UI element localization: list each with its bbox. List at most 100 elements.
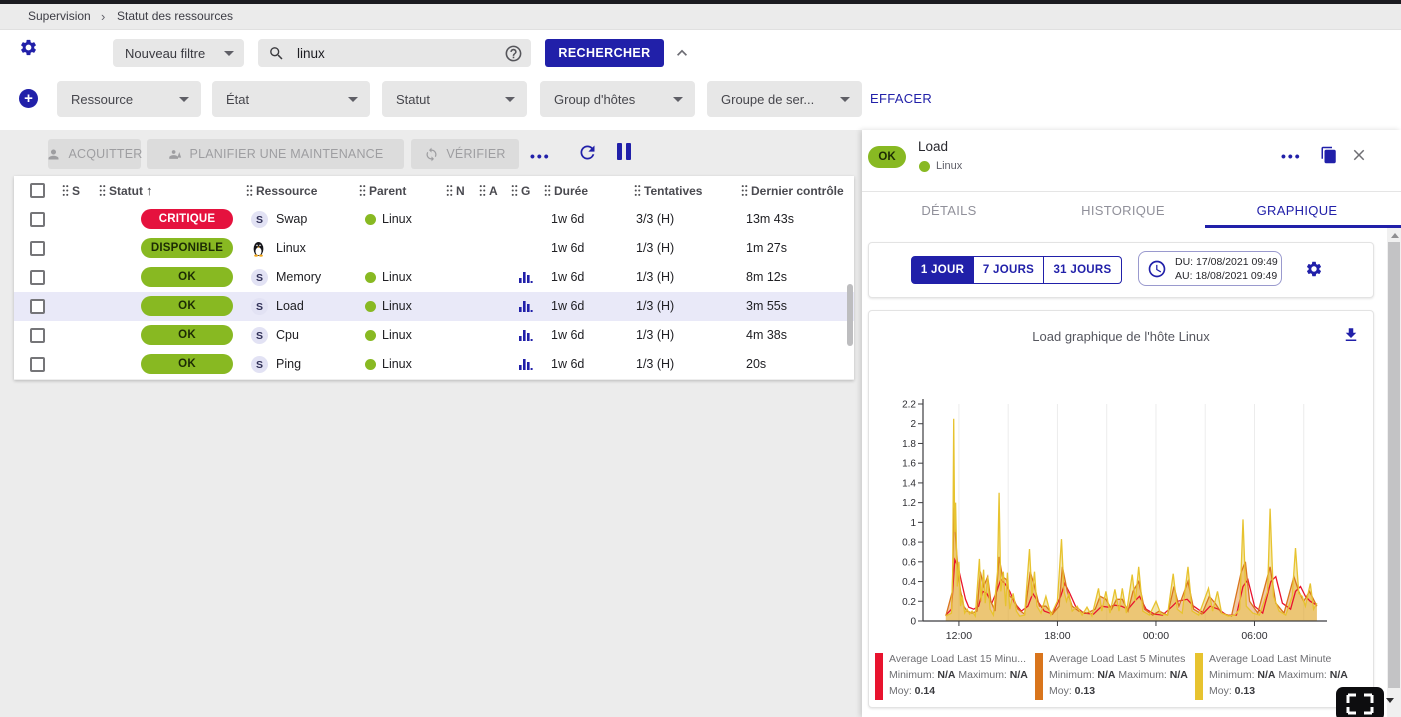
table-row[interactable]: OKSMemoryLinux 1w 6d1/3 (H)8m 12s (14, 263, 854, 293)
column-header-a[interactable]: A (479, 176, 498, 205)
legend-item[interactable]: Average Load Last 15 Minu...Minimum: N/A… (875, 651, 1033, 703)
export-graph-download-icon[interactable] (1342, 326, 1360, 344)
resource-name[interactable]: Load (276, 292, 304, 321)
legend-avg: Moy: 0.13 (1209, 683, 1353, 699)
search-help-icon[interactable] (504, 44, 523, 63)
table-row[interactable]: DISPONIBLE Linux1w 6d1/3 (H)1m 27s (14, 234, 854, 264)
legend-item[interactable]: Average Load Last MinuteMinimum: N/A Max… (1195, 651, 1353, 703)
resource-name[interactable]: Ping (276, 350, 301, 379)
resource-name[interactable]: Cpu (276, 321, 299, 350)
close-panel-icon[interactable] (1350, 146, 1368, 164)
column-header-dernier-contrôle[interactable]: Dernier contrôle (741, 176, 844, 205)
criteria-dropdown--tat[interactable]: État (212, 81, 370, 117)
column-header-statut[interactable]: Statut↑ (99, 176, 153, 205)
row-checkbox[interactable] (30, 270, 45, 285)
table-row[interactable]: OKSLoadLinux 1w 6d1/3 (H)3m 55s (14, 292, 854, 322)
column-header-s[interactable]: S (62, 176, 80, 205)
copy-link-icon[interactable] (1320, 146, 1338, 164)
load-chart[interactable]: 00.20.40.60.811.21.41.61.822.212:0018:00… (881, 393, 1351, 651)
screen-capture-overlay-icon[interactable] (1336, 687, 1384, 717)
criteria-dropdown-ressource[interactable]: Ressource (57, 81, 201, 117)
column-header-n[interactable]: N (446, 176, 465, 205)
drag-handle-icon[interactable] (544, 184, 551, 197)
row-checkbox[interactable] (30, 212, 45, 227)
panel-scrollbar-thumb[interactable] (1388, 242, 1400, 688)
resource-name[interactable]: Memory (276, 263, 321, 292)
drag-handle-icon[interactable] (62, 184, 69, 197)
panel-more-icon[interactable]: ••• (1281, 148, 1302, 164)
drag-handle-icon[interactable] (246, 184, 253, 197)
criteria-dropdown-groupe-de-ser-[interactable]: Groupe de ser... (707, 81, 862, 117)
parent-name[interactable]: Linux (382, 321, 412, 350)
row-graph-icon-wrap[interactable] (519, 300, 533, 313)
parent-name[interactable]: Linux (382, 263, 412, 292)
search-button[interactable]: RECHERCHER (545, 39, 664, 67)
graph-settings-gear-icon[interactable] (1305, 260, 1323, 278)
more-actions-icon[interactable]: ••• (530, 148, 551, 164)
tab-détails[interactable]: DÉTAILS (862, 192, 1036, 228)
parent-name[interactable]: Linux (382, 292, 412, 321)
table-row[interactable]: OKSCpuLinux 1w 6d1/3 (H)4m 38s (14, 321, 854, 351)
custom-period-box[interactable]: DU: 17/08/2021 09:49 AU: 18/08/2021 09:4… (1138, 251, 1282, 286)
parent-name[interactable]: Linux (382, 205, 412, 234)
time-button-1-jour[interactable]: 1 JOUR (911, 256, 974, 284)
time-button-7-jours[interactable]: 7 JOURS (974, 256, 1044, 284)
drag-handle-icon[interactable] (446, 184, 453, 197)
table-scrollbar[interactable] (847, 284, 853, 346)
row-checkbox[interactable] (30, 299, 45, 314)
legend-item[interactable]: Average Load Last 5 MinutesMinimum: N/A … (1035, 651, 1193, 703)
refresh-icon[interactable] (577, 142, 598, 163)
row-graph-icon-wrap[interactable] (519, 358, 533, 371)
graph-icon[interactable] (519, 300, 533, 313)
table-row[interactable]: OKSPingLinux 1w 6d1/3 (H)20s (14, 350, 854, 380)
check-button[interactable]: VÉRIFIER (411, 139, 519, 169)
breadcrumb-statut-des-ressources[interactable]: Statut des ressources (117, 4, 233, 29)
drag-handle-icon[interactable] (741, 184, 748, 197)
column-header-tentatives[interactable]: Tentatives (634, 176, 702, 205)
scroll-up-arrow-icon[interactable] (1391, 233, 1399, 238)
pause-autorefresh-icon[interactable] (617, 143, 631, 160)
collapse-filters-chevron-icon[interactable] (672, 43, 692, 63)
drag-handle-icon[interactable] (479, 184, 486, 197)
drag-handle-icon[interactable] (511, 184, 518, 197)
row-graph-icon-wrap[interactable] (519, 329, 533, 342)
tab-historique[interactable]: HISTORIQUE (1036, 192, 1210, 228)
resource-name[interactable]: Swap (276, 205, 307, 234)
row-checkbox[interactable] (30, 328, 45, 343)
column-header-durée[interactable]: Durée (544, 176, 588, 205)
column-header-parent[interactable]: Parent (359, 176, 406, 205)
graph-icon[interactable] (519, 329, 533, 342)
resource-table: S Statut↑ Ressource Parent NAG Durée Tentative… (14, 176, 854, 380)
parent-name[interactable]: Linux (382, 350, 412, 379)
time-button-31-jours[interactable]: 31 JOURS (1044, 256, 1122, 284)
clear-filters-link[interactable]: EFFACER (870, 91, 932, 106)
row-checkbox[interactable] (30, 241, 45, 256)
table-row[interactable]: CRITIQUESSwapLinux1w 6d3/3 (H)13m 43s (14, 205, 854, 235)
drag-handle-icon[interactable] (359, 184, 366, 197)
time-range-card: 1 JOUR7 JOURS31 JOURS DU: 17/08/2021 09:… (868, 242, 1374, 298)
resource-name[interactable]: Linux (276, 234, 306, 263)
drag-handle-icon[interactable] (634, 184, 641, 197)
breadcrumb-supervision[interactable]: Supervision (28, 4, 91, 29)
sort-asc-arrow-icon[interactable]: ↑ (146, 183, 153, 198)
column-header-ressource[interactable]: Ressource (246, 176, 317, 205)
search-box[interactable] (258, 39, 531, 67)
criteria-dropdown-group-d-h-tes[interactable]: Group d'hôtes (540, 81, 695, 117)
row-checkbox[interactable] (30, 357, 45, 372)
select-all-checkbox[interactable] (30, 183, 45, 198)
row-graph-icon-wrap[interactable] (519, 271, 533, 284)
add-criteria-button[interactable]: + (19, 89, 38, 108)
capture-arrow-icon[interactable] (1386, 698, 1394, 703)
filter-settings-gear-icon[interactable] (19, 38, 38, 57)
search-input[interactable] (295, 45, 504, 62)
column-header-g[interactable]: G (511, 176, 530, 205)
graph-icon[interactable] (519, 271, 533, 284)
set-downtime-button[interactable]: PLANIFIER UNE MAINTENANCE (147, 139, 404, 169)
criteria-dropdown-statut[interactable]: Statut (382, 81, 527, 117)
drag-handle-icon[interactable] (99, 184, 106, 197)
graph-icon[interactable] (519, 358, 533, 371)
acknowledge-button[interactable]: ACQUITTER (48, 139, 141, 169)
tab-graphique[interactable]: GRAPHIQUE (1210, 192, 1384, 228)
saved-filter-select[interactable]: Nouveau filtre (113, 39, 244, 67)
status-badge: OK (141, 354, 233, 374)
